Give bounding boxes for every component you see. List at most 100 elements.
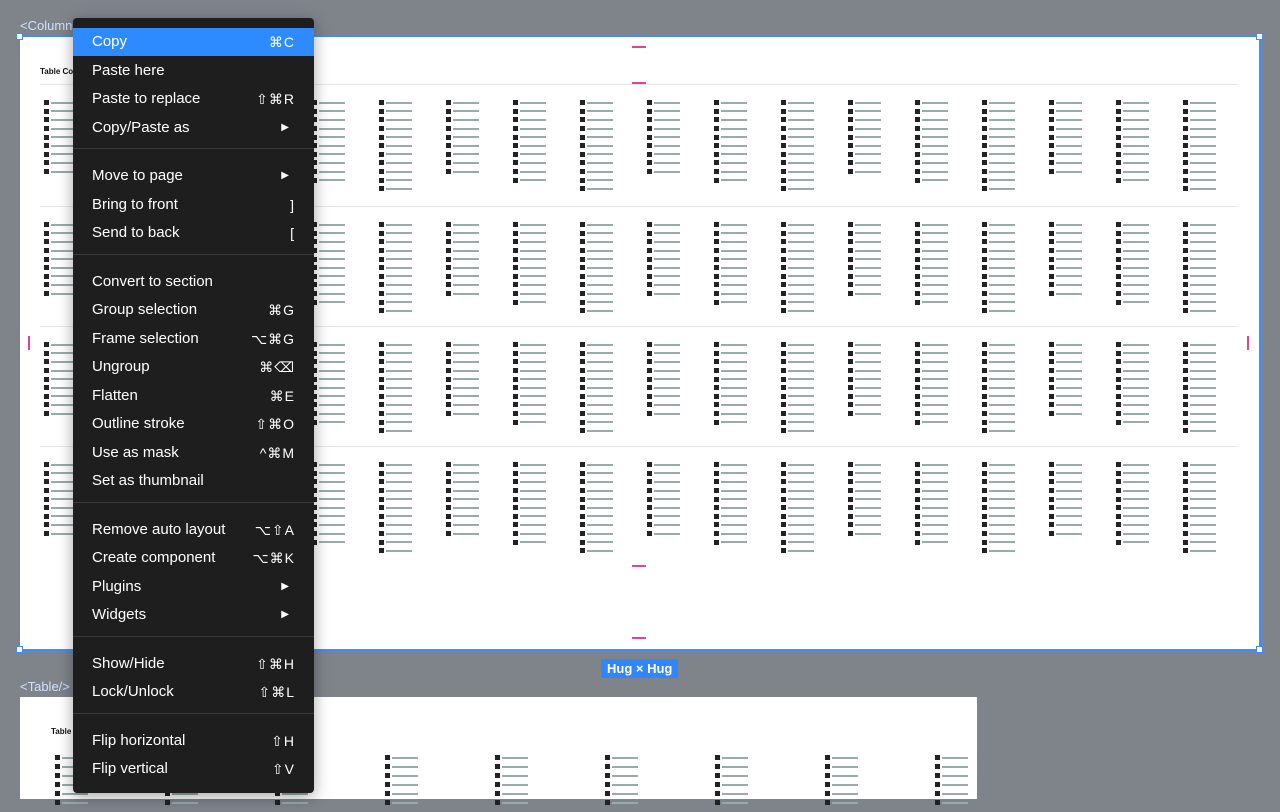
table-cell [1049, 490, 1082, 502]
table-cell [379, 516, 412, 528]
menu-item-copy[interactable]: Copy ⌘C [73, 28, 314, 56]
table-cell [781, 302, 814, 314]
table-cell [714, 146, 747, 157]
menu-item-convert-to-section[interactable]: Convert to section [73, 268, 314, 296]
menu-item-outline-stroke[interactable]: Outline stroke ⇧⌘O [73, 410, 314, 438]
table-cell [647, 111, 680, 123]
table-cell [1183, 120, 1216, 132]
table-cell [915, 456, 948, 468]
menu-item-show-hide[interactable]: Show/Hide ⇧⌘H [73, 650, 314, 678]
menu-item-bring-to-front[interactable]: Bring to front] [73, 191, 314, 219]
table-cell [1049, 499, 1082, 511]
table-cell [1183, 293, 1216, 305]
menu-item-flip-vertical[interactable]: Flip vertical ⇧V [73, 755, 314, 783]
frame-label-column[interactable]: <Column [20, 18, 72, 33]
table-cell [580, 490, 613, 502]
table-cell [781, 508, 814, 519]
menu-item-paste-to-replace[interactable]: Paste to replace ⇧⌘R [73, 85, 314, 113]
table-cell [848, 137, 881, 149]
table-cell [312, 293, 345, 305]
table-cell [915, 499, 948, 511]
table-cell [446, 137, 479, 149]
menu-item-flatten[interactable]: Flatten ⌘E [73, 382, 314, 410]
selection-handle-bl[interactable] [16, 646, 23, 653]
menu-item-send-to-back[interactable]: Send to back [ [73, 219, 314, 247]
table-cell [915, 225, 948, 236]
menu-item-label: Bring to front [92, 195, 178, 213]
menu-item-create-component[interactable]: Create component ⌥⌘K [73, 544, 314, 572]
menu-item-shortcut: ⌘G [268, 302, 295, 318]
menu-item-lock-unlock[interactable]: Lock/Unlock ⇧⌘L [73, 678, 314, 706]
menu-item-move-to-page[interactable]: Move to page ▶ [73, 162, 314, 190]
table-cell [781, 345, 814, 356]
table-cell [848, 482, 881, 494]
table-cell [580, 396, 613, 408]
table-cell [580, 146, 613, 157]
table-cell [312, 94, 345, 106]
menu-item-label: Move to page [92, 167, 183, 184]
menu-item-plugins[interactable]: Plugins ▶ [73, 573, 314, 601]
table-cell [915, 120, 948, 132]
table-cell [714, 508, 747, 519]
menu-item-ungroup[interactable]: Ungroup ⌘⌫ [73, 353, 314, 381]
table-cell [580, 388, 613, 399]
table-cell [781, 94, 814, 106]
table-cell [781, 120, 814, 132]
table-cell [1049, 388, 1082, 399]
table-cell [781, 250, 814, 262]
table-cell [513, 533, 546, 545]
table-cell [580, 508, 613, 519]
table-cell [1116, 456, 1149, 468]
table-cell [1116, 405, 1149, 417]
table-cell [781, 103, 814, 114]
table-cell [825, 785, 858, 797]
table-cell [446, 499, 479, 511]
table-cell [379, 154, 412, 166]
menu-item-widgets[interactable]: Widgets ▶ [73, 601, 314, 629]
table-cell [1116, 111, 1149, 123]
table-cell [915, 285, 948, 297]
table-cell [848, 490, 881, 502]
table-cell [1049, 405, 1082, 417]
table-cell [379, 146, 412, 157]
table-cell [1116, 533, 1149, 545]
menu-item-paste-here[interactable]: Paste here [73, 57, 314, 85]
table-cell [1116, 396, 1149, 408]
table-cell [385, 785, 418, 797]
table-cell [513, 370, 546, 382]
table-cell [379, 473, 412, 485]
table-cell [513, 146, 546, 157]
selection-handle-tr[interactable] [1256, 33, 1263, 40]
table-cell [379, 525, 412, 537]
table-cell [513, 137, 546, 149]
table-cell [915, 413, 948, 425]
menu-item-frame-selection[interactable]: Frame selection ⌥⌘G [73, 325, 314, 353]
menu-item-group-selection[interactable]: Group selection ⌘G [73, 296, 314, 324]
selection-handle-tl[interactable] [16, 33, 23, 40]
table-cell [714, 525, 747, 537]
table-cell [982, 508, 1015, 519]
table-cell [312, 242, 345, 254]
table-cell [982, 293, 1015, 305]
table-cell [647, 353, 680, 365]
menu-item-copy-paste-as[interactable]: Copy/Paste as ▶ [73, 114, 314, 142]
table-cell [379, 482, 412, 494]
table-cell [1116, 336, 1149, 348]
selection-handle-br[interactable] [1256, 646, 1263, 653]
table-cell [580, 379, 613, 391]
table-cell [982, 128, 1015, 140]
table-cell [580, 120, 613, 132]
menu-item-flip-horizontal[interactable]: Flip horizontal ⇧H [73, 727, 314, 755]
menu-item-remove-auto-layout[interactable]: Remove auto layout ⌥⇧A [73, 516, 314, 544]
table-cell [714, 225, 747, 236]
menu-item-shortcut: ⇧⌘L [258, 684, 295, 700]
table-cell [446, 508, 479, 519]
table-cell [379, 336, 412, 348]
table-cell [1183, 285, 1216, 297]
table-cell [580, 336, 613, 348]
menu-item-set-as-thumbnail[interactable]: Set as thumbnail [73, 467, 314, 495]
frame-label-table[interactable]: <Table/> [20, 679, 70, 694]
menu-item-use-as-mask[interactable]: Use as mask ^⌘M [73, 439, 314, 467]
table-cell [580, 154, 613, 166]
table-cell [848, 405, 881, 417]
